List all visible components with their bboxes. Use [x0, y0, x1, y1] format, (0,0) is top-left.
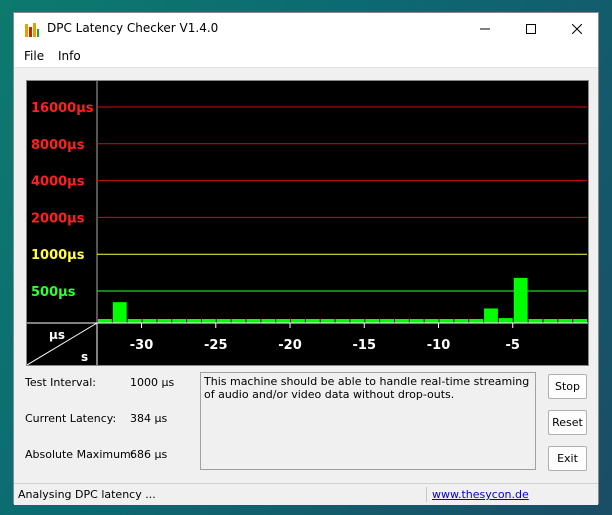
latency-bar — [142, 319, 157, 323]
latency-bar — [291, 319, 305, 323]
x-tick-label: -20 — [278, 338, 302, 353]
status-separator — [426, 487, 427, 502]
latency-bar — [305, 319, 320, 323]
latency-bar — [439, 319, 454, 323]
latency-bar — [454, 319, 469, 323]
status-text: Analysing DPC latency ... — [18, 488, 156, 501]
test-interval-label: Test Interval: — [25, 376, 96, 389]
current-latency-label: Current Latency: — [25, 412, 117, 425]
latency-bar — [469, 319, 484, 323]
minimize-button[interactable] — [462, 13, 508, 45]
y-tick-label: 1000µs — [31, 248, 85, 263]
latency-bar — [380, 319, 394, 323]
y-tick-label: 4000µs — [31, 175, 85, 190]
menu-info[interactable]: Info — [58, 49, 81, 63]
latency-bar — [216, 319, 231, 323]
y-unit-label: µs — [49, 328, 65, 342]
x-unit-label: s — [81, 350, 88, 364]
status-message-box: This machine should be able to handle re… — [200, 372, 536, 470]
x-tick-label: -25 — [204, 338, 228, 353]
latency-bar — [335, 319, 350, 323]
test-interval-value: 1000 µs — [130, 376, 175, 389]
exit-button[interactable]: Exit — [548, 446, 587, 471]
latency-bar — [261, 319, 276, 323]
latency-bar — [112, 302, 127, 323]
latency-bar — [187, 319, 201, 323]
absolute-maximum-label: Absolute Maximum: — [25, 448, 135, 461]
app-window: DPC Latency Checker V1.4.0 File Info 160… — [13, 12, 599, 505]
x-tick-label: -10 — [427, 338, 451, 353]
latency-bar — [231, 319, 246, 323]
latency-bar — [498, 318, 513, 323]
status-bar: Analysing DPC latency ... www.thesycon.d… — [14, 483, 598, 505]
latency-bar — [409, 319, 424, 323]
latency-bar — [424, 319, 439, 323]
absolute-maximum-value: 686 µs — [130, 448, 168, 461]
latency-bar — [394, 319, 409, 323]
latency-bar — [246, 319, 261, 323]
latency-bar — [558, 319, 573, 323]
menu-file[interactable]: File — [24, 49, 44, 63]
latency-bar — [365, 319, 380, 323]
website-link[interactable]: www.thesycon.de — [432, 488, 529, 501]
current-latency-value: 384 µs — [130, 412, 168, 425]
x-tick-label: -5 — [506, 338, 520, 353]
close-button[interactable] — [554, 13, 600, 45]
latency-bar — [172, 319, 187, 323]
window-title: DPC Latency Checker V1.4.0 — [47, 21, 219, 35]
close-icon — [572, 24, 582, 34]
y-tick-label: 8000µs — [31, 138, 85, 153]
latency-bar — [513, 277, 528, 323]
latency-bar — [350, 319, 365, 323]
x-tick-label: -15 — [353, 338, 377, 353]
latency-chart: 16000µs 8000µs 4000µs 2000µs 1000µs 500µs µs s -… — [26, 80, 589, 366]
reset-button[interactable]: Reset — [548, 410, 587, 435]
app-logo-icon — [25, 23, 39, 37]
latency-bar — [98, 319, 112, 323]
latency-chart-svg: 16000µs 8000µs 4000µs 2000µs 1000µs 500µs µs s -… — [27, 81, 588, 365]
stop-button[interactable]: Stop — [548, 374, 587, 399]
latency-bar — [573, 319, 587, 323]
latency-bar — [528, 319, 543, 323]
title-bar[interactable]: DPC Latency Checker V1.4.0 — [14, 13, 598, 45]
x-tick-label: -30 — [130, 338, 154, 353]
menu-bar: File Info — [14, 45, 598, 68]
latency-bar — [543, 319, 558, 323]
maximize-button[interactable] — [508, 13, 554, 45]
y-tick-label: 500µs — [31, 285, 76, 300]
minimize-icon — [480, 28, 490, 30]
latency-bar — [201, 319, 216, 323]
latency-bar — [484, 308, 498, 323]
y-tick-label: 16000µs — [31, 101, 94, 116]
y-tick-label: 2000µs — [31, 211, 85, 226]
latency-bar — [276, 319, 291, 323]
latency-bar — [127, 319, 142, 323]
maximize-icon — [526, 24, 536, 34]
latency-bar — [157, 319, 172, 323]
latency-bar — [320, 319, 335, 323]
